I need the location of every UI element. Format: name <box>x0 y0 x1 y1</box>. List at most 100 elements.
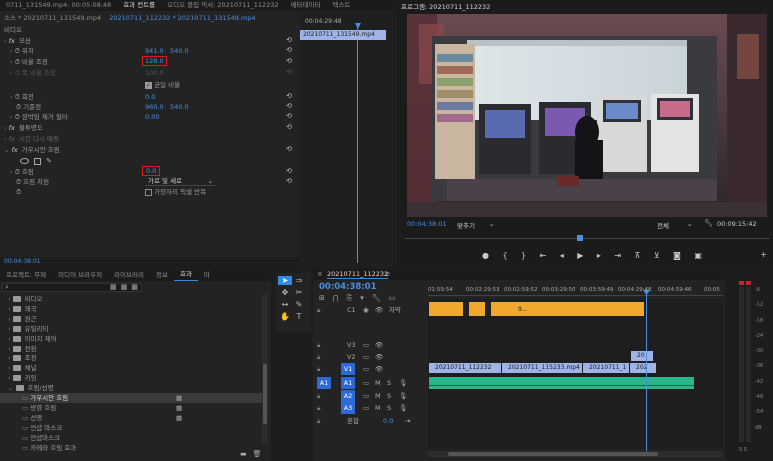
wrench-icon[interactable]: 🔧︎ <box>704 219 713 227</box>
tab-more[interactable]: 마 <box>198 270 216 281</box>
chevron-right-icon[interactable]: › <box>8 325 13 333</box>
pen-mask-icon[interactable]: ✎ <box>46 157 52 165</box>
track-label-a3[interactable]: A3 <box>341 402 355 414</box>
mark-in-icon[interactable]: { <box>502 251 507 260</box>
effects-list-item[interactable]: › 유틸리티 <box>0 324 262 334</box>
chevron-right-icon[interactable]: › <box>8 354 13 362</box>
slip-tool-icon[interactable]: ↔ <box>278 300 292 309</box>
toggle-sync-icon[interactable]: ▭ <box>363 377 369 389</box>
repeat-edge-checkbox[interactable] <box>145 188 152 196</box>
solo-button[interactable]: S <box>387 377 391 389</box>
pen-tool-icon[interactable]: ✎ <box>292 300 306 309</box>
opacity-row[interactable]: › fx 불투명도 <box>4 123 43 133</box>
gaussian-blur-row[interactable]: ⌄ fx 가우시안 흐림 <box>4 145 60 155</box>
effects-list-item[interactable]: › 채널 <box>0 363 262 373</box>
ec-playhead-head[interactable] <box>355 23 361 29</box>
toggle-sync-icon[interactable]: ▭ <box>363 351 369 363</box>
v1-clip[interactable]: 20210711_1 <box>583 363 629 373</box>
chevron-right-icon[interactable]: › <box>8 364 13 372</box>
toggle-sync-icon[interactable]: ▭ <box>363 363 369 375</box>
tab-media-browser[interactable]: 미디어 브라우저 <box>52 270 108 281</box>
solo-button[interactable]: S <box>387 402 391 414</box>
reset-icon[interactable]: ⟲ <box>286 92 292 100</box>
effects-list-item[interactable]: ⌄ 흐림/선명 <box>0 383 262 393</box>
linked-selection-icon[interactable]: ⎘ <box>347 294 353 303</box>
chevron-right-icon[interactable]: › <box>8 295 13 303</box>
quality-dropdown[interactable]: 전체 ⌄ <box>657 220 697 230</box>
program-video-frame[interactable] <box>407 14 767 217</box>
type-tool-icon[interactable]: T <box>292 312 306 321</box>
new-bin-icon[interactable]: ▬ <box>240 450 247 458</box>
toggle-sync-icon[interactable]: ▭ <box>363 339 369 351</box>
reset-icon[interactable]: ⟲ <box>286 57 292 65</box>
tab-source[interactable]: 0711_131549.mp4: 00:05:08:48 <box>0 0 117 11</box>
mute-button[interactable]: M <box>375 390 381 402</box>
lock-icon[interactable]: 🔒︎ <box>317 390 320 402</box>
lock-icon[interactable]: 🔒︎ <box>317 402 320 414</box>
track-select-tool-icon[interactable]: ⇒ <box>292 276 306 285</box>
meter-footer[interactable]: S S <box>739 447 747 453</box>
track-label-a2[interactable]: A2 <box>341 390 355 402</box>
effects-scrollbar[interactable] <box>262 294 268 444</box>
effects-list-item[interactable]: › 키잉 <box>0 373 262 383</box>
microphone-icon[interactable]: 🎙︎ <box>399 377 407 389</box>
reset-icon[interactable]: ⟲ <box>286 123 292 131</box>
effects-list-item[interactable]: ▭ 선명 ▦ <box>0 413 262 423</box>
repeat-edge-option[interactable]: 가장자리 픽셀 반복 <box>145 187 206 197</box>
eye-icon[interactable]: 👁︎ <box>375 363 383 375</box>
reset-icon[interactable]: ⟲ <box>286 145 292 153</box>
chevron-right-icon[interactable]: › <box>8 315 13 323</box>
lock-icon[interactable]: 🔒︎ <box>317 351 320 363</box>
32bit-filter-icon[interactable]: ▦ <box>121 283 128 291</box>
caption-track-clips[interactable] <box>429 302 644 316</box>
blurriness-value[interactable]: 0.0 <box>142 166 161 176</box>
toggle-sync-icon[interactable]: ▭ <box>363 390 369 402</box>
source-patch-a1[interactable]: A1 <box>317 377 331 389</box>
chevron-down-icon[interactable]: ⌄ <box>8 384 16 392</box>
tab-libraries[interactable]: 라이브러리 <box>108 270 150 281</box>
scale-value[interactable]: 128.0 <box>142 56 167 66</box>
go-to-end-icon[interactable]: ⇥ <box>405 415 410 427</box>
position-y-value[interactable]: 540.0 <box>170 46 189 56</box>
effects-list-item[interactable]: ▭ 방향 흐림 ▦ <box>0 403 262 413</box>
scroll-thumb[interactable] <box>263 364 267 424</box>
go-to-out-icon[interactable]: ⇥ <box>614 251 621 260</box>
timeline-playhead[interactable] <box>646 292 647 452</box>
effects-list-item[interactable]: › 이미지 제어 <box>0 334 262 344</box>
v1-clip[interactable]: 202 <box>630 363 656 373</box>
eye-icon[interactable]: 👁︎ <box>375 339 383 351</box>
microphone-icon[interactable]: 🎙︎ <box>399 402 407 414</box>
chevron-right-icon[interactable]: › <box>8 335 13 343</box>
play-icon[interactable]: ▶ <box>577 251 583 260</box>
eye-icon[interactable]: 👁︎ <box>375 304 383 316</box>
uniform-scale-row[interactable]: ✓ 균일 비율 <box>145 80 180 90</box>
reset-icon[interactable]: ⟲ <box>286 46 292 54</box>
sequence-tab[interactable]: 20210711_112232 <box>327 270 389 279</box>
yuv-filter-icon[interactable]: ▦ <box>131 283 138 291</box>
step-back-icon[interactable]: ◂ <box>560 251 564 260</box>
reset-icon[interactable]: ⟲ <box>286 167 292 175</box>
step-forward-icon[interactable]: ▸ <box>597 251 601 260</box>
track-label-a1[interactable]: A1 <box>341 377 355 389</box>
time-ruler[interactable]: 01:59:54 00:02:29:53 00:02:59:52 00:03:2… <box>428 287 723 299</box>
mute-button[interactable]: M <box>375 402 381 414</box>
eye-icon[interactable]: 👁︎ <box>375 351 383 363</box>
hand-tool-icon[interactable]: ✋ <box>278 312 292 321</box>
reset-icon[interactable]: ⟲ <box>286 102 292 110</box>
reset-icon[interactable]: ⟲ <box>286 177 292 185</box>
toggle-sync-icon[interactable]: ▭ <box>363 402 369 414</box>
effects-list-item[interactable]: › 왜곡 <box>0 304 262 314</box>
effects-list-item[interactable]: › 조정 <box>0 353 262 363</box>
add-marker-icon[interactable]: ▾ <box>360 294 364 303</box>
selection-tool-icon[interactable]: ➤ <box>278 276 292 285</box>
lock-icon[interactable]: 🔒︎ <box>317 415 320 427</box>
motion-row[interactable]: › fx 모션 <box>4 36 31 46</box>
track-area[interactable] <box>428 299 723 449</box>
tab-project[interactable]: 프로젝트: 무제 <box>0 270 52 281</box>
rotation-value[interactable]: 0.0 <box>145 92 155 102</box>
rectangle-mask-icon[interactable] <box>34 157 41 165</box>
tab-info[interactable]: 정보 <box>150 270 174 281</box>
close-icon[interactable]: × <box>317 270 323 278</box>
lift-icon[interactable]: ⊼ <box>635 251 641 260</box>
settings-wrench-icon[interactable]: 🔧︎ <box>372 294 381 303</box>
